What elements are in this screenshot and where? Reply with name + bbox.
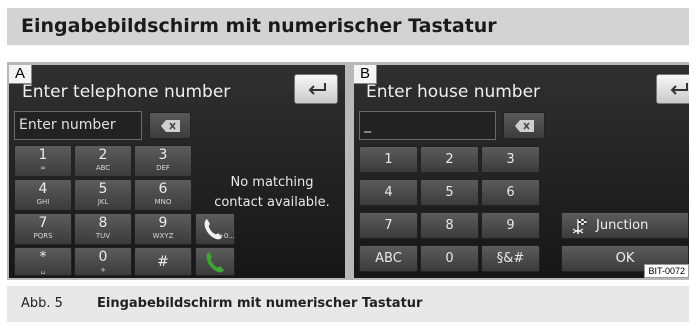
- delete-button[interactable]: [503, 112, 545, 139]
- key-0[interactable]: 0: [420, 245, 479, 272]
- call-plus-label: +0...: [218, 232, 235, 240]
- key-2[interactable]: 2: [420, 146, 479, 173]
- key-0[interactable]: 0 +: [74, 247, 132, 276]
- key-4[interactable]: 4: [359, 179, 418, 206]
- key-6[interactable]: 6 MNO: [134, 179, 192, 211]
- caption-prefix: Abb. 5: [21, 296, 63, 311]
- junction-flag-icon: [572, 219, 587, 234]
- screen-a-title: Enter telephone number: [22, 82, 231, 102]
- junction-button[interactable]: Junction: [561, 212, 689, 239]
- house-number-input[interactable]: _: [359, 111, 496, 140]
- phone-number-input[interactable]: Enter number: [14, 111, 142, 140]
- key-1[interactable]: 1: [359, 146, 418, 173]
- key-9[interactable]: 9: [481, 212, 540, 239]
- back-button[interactable]: [656, 74, 689, 104]
- figure-caption: Abb. 5 Eingabebildschirm mit numerischer…: [7, 286, 689, 322]
- key-3[interactable]: 3: [481, 146, 540, 173]
- key-9[interactable]: 9 WXYZ: [134, 213, 192, 245]
- key-8[interactable]: 8: [420, 212, 479, 239]
- key-6[interactable]: 6: [481, 179, 540, 206]
- key-8[interactable]: 8 TUV: [74, 213, 132, 245]
- key-1[interactable]: 1 ∞: [14, 145, 72, 177]
- caption-title: Eingabebildschirm mit numerischer Tastat…: [97, 296, 423, 311]
- delete-button[interactable]: [149, 112, 191, 139]
- key-5[interactable]: 5 JKL: [74, 179, 132, 211]
- green-phone-icon: [206, 252, 224, 273]
- telephone-entry-screen: A Enter telephone number Enter number 1 ∞…: [9, 65, 345, 278]
- key-abc[interactable]: ABC: [359, 245, 418, 272]
- key-symbols[interactable]: §&#: [481, 245, 540, 272]
- backspace-icon: [515, 120, 534, 132]
- call-button[interactable]: [195, 247, 235, 276]
- key-3[interactable]: 3 DEF: [134, 145, 192, 177]
- back-arrow-icon: [670, 83, 688, 95]
- key-star[interactable]: * ␣: [14, 247, 72, 276]
- backspace-icon: [161, 120, 180, 132]
- junction-label: Junction: [596, 218, 649, 233]
- call-plus-button[interactable]: +0...: [195, 213, 235, 245]
- key-7[interactable]: 7: [359, 212, 418, 239]
- no-match-message: No matching contact available.: [214, 175, 330, 210]
- section-title: Eingabebildschirm mit numerischer Tastat…: [21, 15, 497, 37]
- key-hash[interactable]: #: [134, 247, 192, 276]
- figure-code: BIT-0072: [644, 264, 689, 278]
- key-4[interactable]: 4 GHI: [14, 179, 72, 211]
- screens-figure: A Enter telephone number Enter number 1 ∞…: [7, 62, 689, 280]
- key-7[interactable]: 7 PQRS: [14, 213, 72, 245]
- back-button[interactable]: [294, 74, 338, 104]
- section-header: Eingabebildschirm mit numerischer Tastat…: [7, 8, 689, 45]
- house-number-screen: B Enter house number _ 1 2 3 4 5 6 7 8 9…: [354, 65, 689, 278]
- back-arrow-icon: [308, 83, 326, 95]
- key-5[interactable]: 5: [420, 179, 479, 206]
- key-2[interactable]: 2 ABC: [74, 145, 132, 177]
- screen-b-title: Enter house number: [366, 82, 541, 102]
